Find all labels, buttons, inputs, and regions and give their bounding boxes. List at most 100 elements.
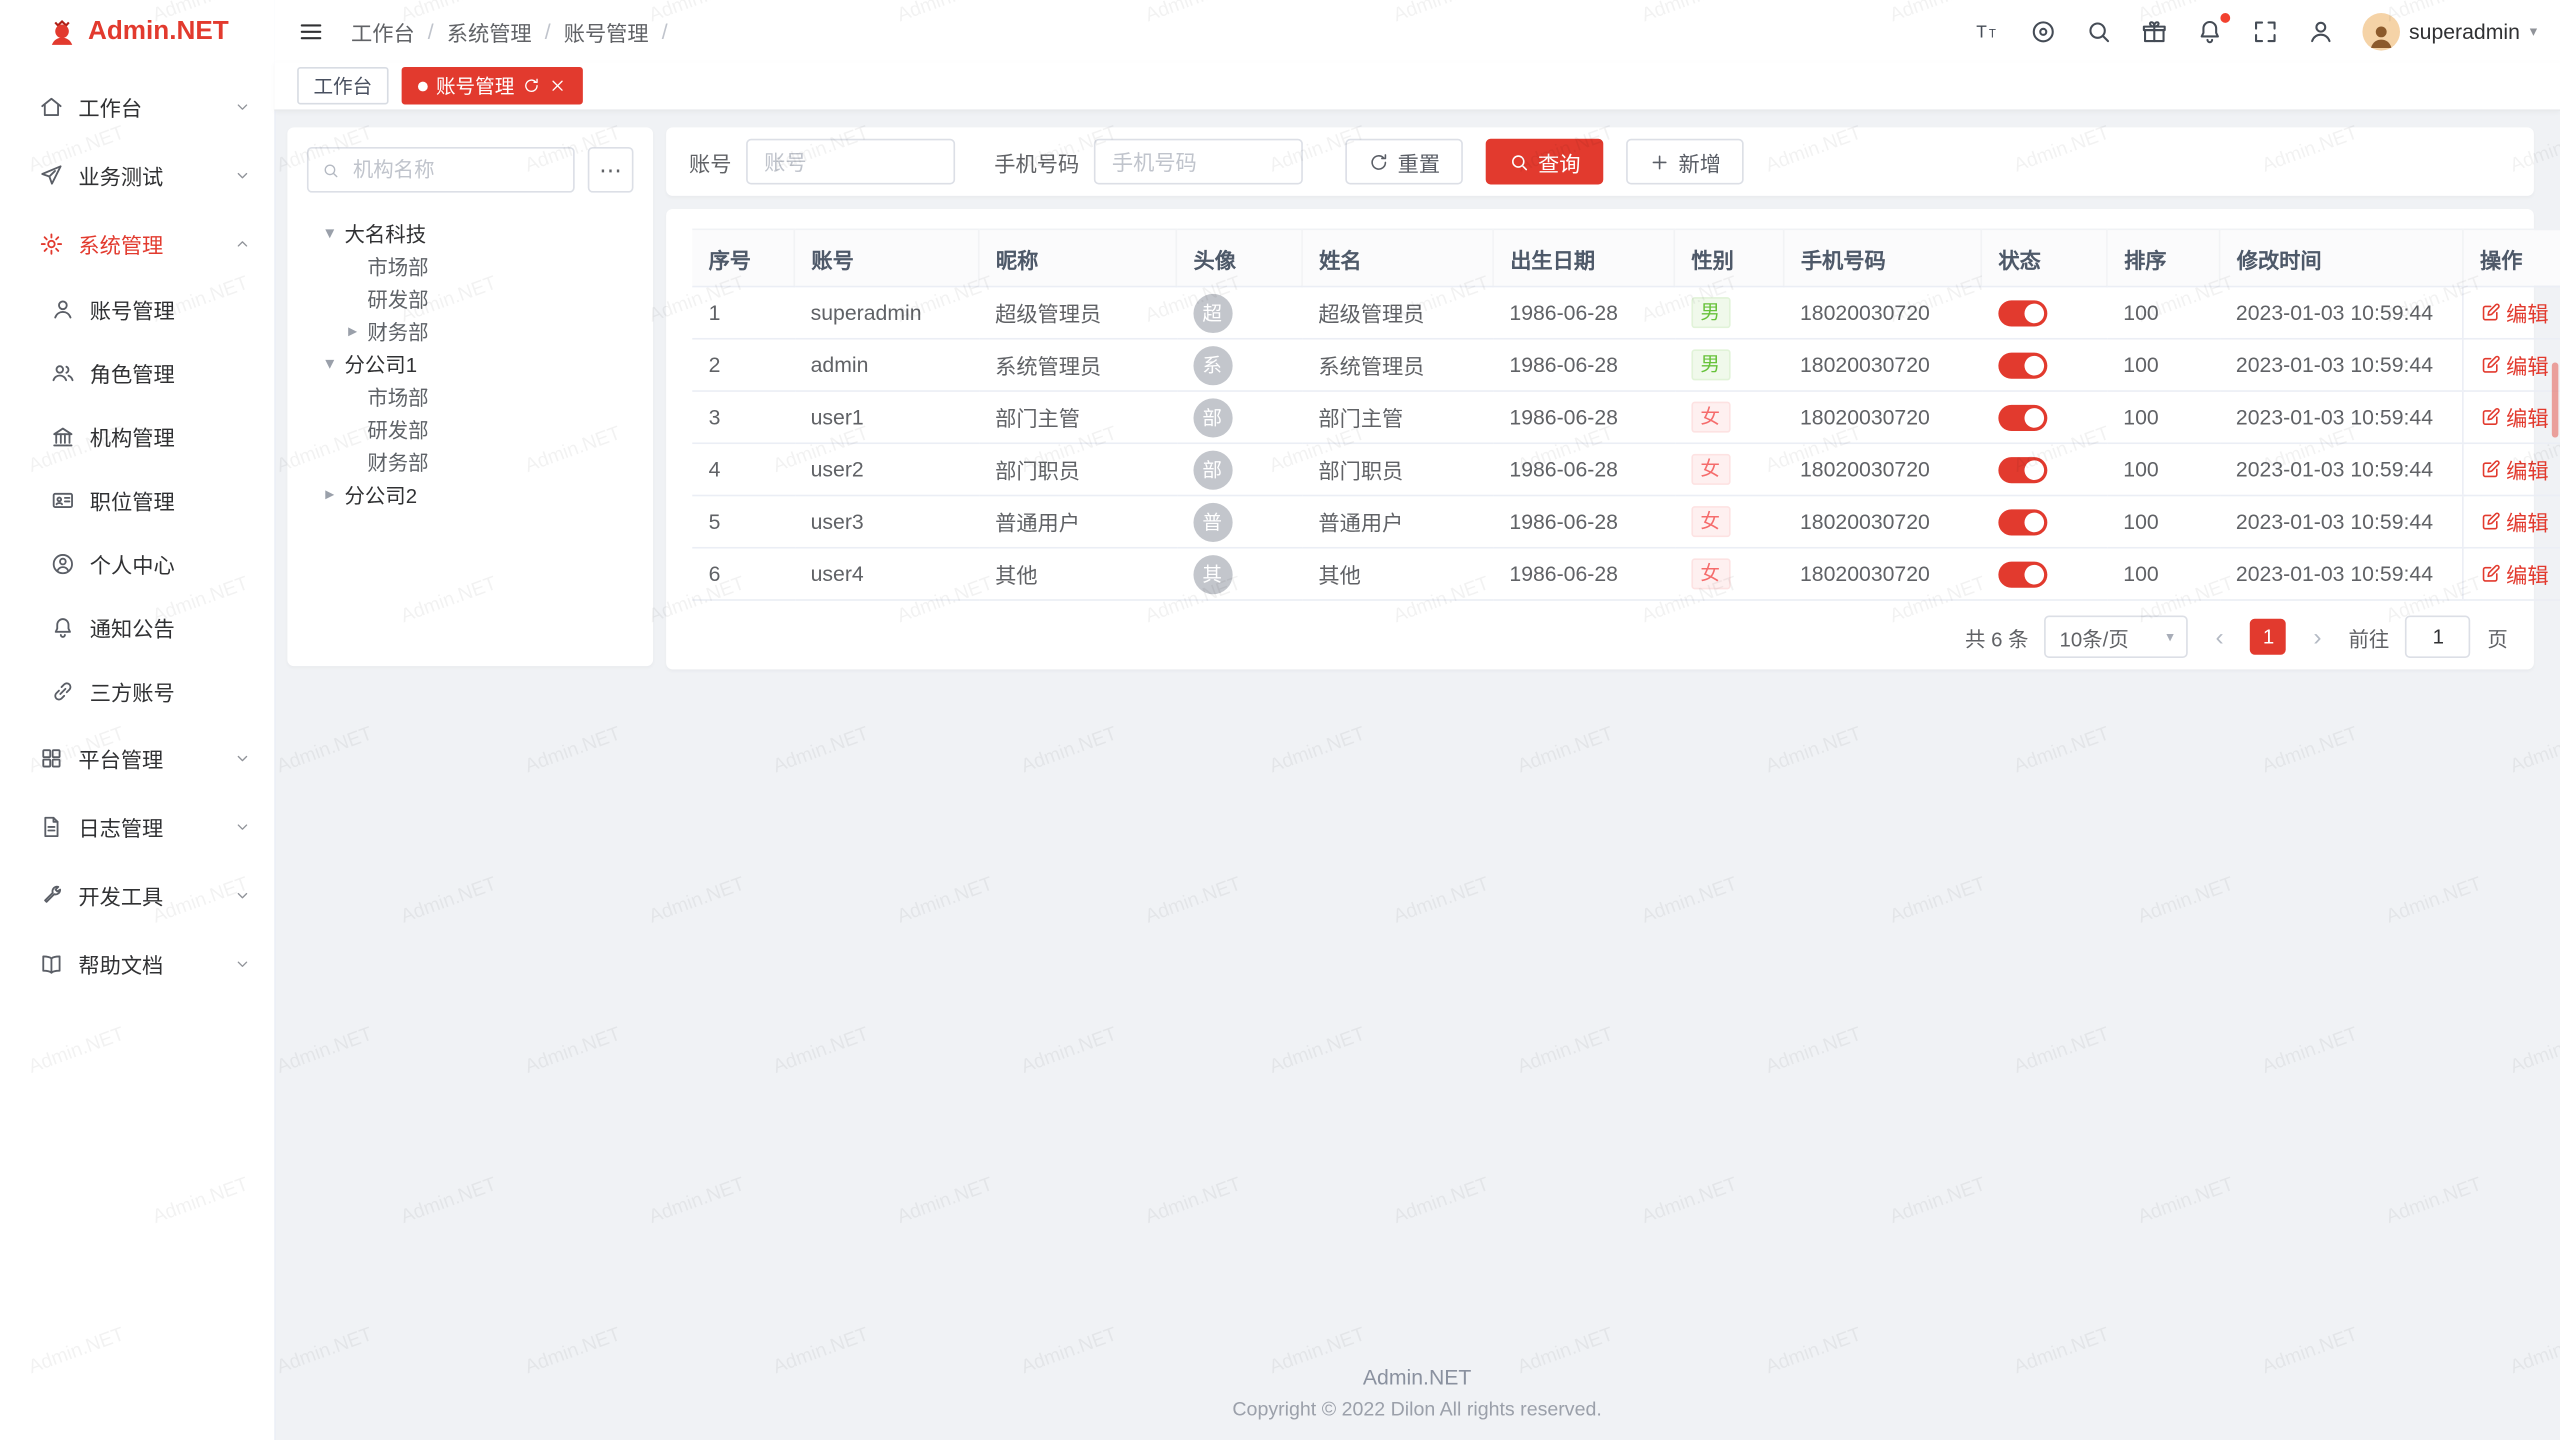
breadcrumb-item[interactable]: 账号管理 [564, 16, 649, 47]
tree-expand-icon[interactable] [320, 482, 340, 503]
sidebar-item-label: 通知公告 [90, 612, 252, 643]
status-toggle[interactable] [1998, 352, 2047, 378]
cell-order: 100 [2107, 443, 2220, 495]
sidebar-item[interactable]: 机构管理 [0, 405, 274, 469]
tree-node[interactable]: 财务部 [307, 444, 634, 477]
sidebar-item[interactable]: 平台管理 [0, 723, 274, 792]
status-toggle[interactable] [1998, 509, 2047, 535]
phone-input[interactable] [1094, 139, 1303, 185]
tree-node[interactable]: 市场部 [307, 379, 634, 412]
tool-icon [39, 882, 63, 906]
tab-refresh-icon[interactable] [523, 77, 541, 95]
sidebar-item[interactable]: 工作台 [0, 72, 274, 141]
chevron-down-icon [233, 954, 251, 972]
tree-node[interactable]: 分公司2 [307, 477, 634, 510]
tree-node[interactable]: 分公司1 [307, 346, 634, 379]
table-header-row: 序号 账号 昵称 头像 姓名 出生日期 性别 [692, 229, 2560, 286]
gender-tag: 女 [1691, 558, 1730, 589]
table-header-cell: 昵称 [979, 229, 1177, 286]
theme-icon [2029, 17, 2057, 45]
prev-page-button[interactable] [2205, 623, 2234, 651]
tree-node[interactable]: 研发部 [307, 281, 634, 314]
status-toggle[interactable] [1998, 457, 2047, 483]
tree-node-label: 大名科技 [344, 216, 426, 247]
edit-button[interactable]: 编辑 [2480, 454, 2549, 485]
org-tree-panel: 大名科技 市场部 研发部 财务部 [287, 127, 653, 666]
cell-birth-date: 1986-06-28 [1493, 391, 1674, 443]
sidebar-item[interactable]: 系统管理 [0, 209, 274, 278]
tree-node[interactable]: 研发部 [307, 411, 634, 444]
status-toggle[interactable] [1998, 405, 2047, 431]
avatar: 部 [1193, 450, 1232, 489]
header: 工作台 / 系统管理 / 账号管理 / TT [274, 0, 2560, 62]
sidebar-item[interactable]: 日志管理 [0, 792, 274, 861]
pagination: 共 6 条 10条/页 1 前往 页 [692, 616, 2508, 658]
accounts-table: 序号 账号 昵称 头像 姓名 出生日期 性别 [692, 229, 2560, 601]
cell-account: user3 [794, 496, 978, 548]
breadcrumb-separator: / [662, 19, 668, 43]
page-tab[interactable]: 账号管理 [402, 67, 583, 105]
edit-button[interactable]: 编辑 [2480, 402, 2549, 433]
breadcrumb-item[interactable]: 系统管理 [447, 16, 532, 47]
scrollbar-thumb[interactable] [2552, 362, 2559, 437]
username: superadmin [2409, 19, 2520, 43]
tree-node[interactable]: 财务部 [307, 313, 634, 346]
search-icon [322, 159, 340, 180]
edit-icon [2480, 407, 2501, 428]
tree-node[interactable]: 大名科技 [307, 216, 634, 249]
cell-birth-date: 1986-06-28 [1493, 339, 1674, 391]
file-icon [39, 814, 63, 838]
cell-index: 6 [692, 548, 794, 600]
sidebar-item[interactable]: 开发工具 [0, 860, 274, 929]
goto-page-input[interactable] [2406, 616, 2471, 658]
gender-tag: 女 [1691, 454, 1730, 485]
tree-expand-icon[interactable] [343, 319, 363, 340]
user-menu[interactable]: superadmin [2362, 12, 2537, 50]
org-search-field[interactable] [307, 147, 575, 193]
avatar: 部 [1193, 398, 1232, 437]
page-number-button[interactable]: 1 [2251, 619, 2287, 655]
cell-birth-date: 1986-06-28 [1493, 287, 1674, 339]
table-row: 2 admin 系统管理员 系 系统管理员 1986-06-28 男 18020… [692, 339, 2560, 391]
tab-close-icon[interactable] [549, 77, 567, 95]
account-label: 账号 [689, 146, 731, 177]
sidebar-item[interactable]: 个人中心 [0, 532, 274, 596]
page-size-select[interactable]: 10条/页 [2045, 616, 2189, 658]
sidebar-item[interactable]: 角色管理 [0, 341, 274, 405]
sidebar-item[interactable]: 账号管理 [0, 278, 274, 342]
sidebar-item[interactable]: 三方账号 [0, 660, 274, 724]
edit-button[interactable]: 编辑 [2480, 558, 2549, 589]
table-header-cell: 姓名 [1302, 229, 1493, 286]
table-header-cell: 出生日期 [1493, 229, 1674, 286]
status-toggle[interactable] [1998, 300, 2047, 326]
sidebar-item[interactable]: 通知公告 [0, 596, 274, 660]
sidebar-item[interactable]: 帮助文档 [0, 929, 274, 998]
search-button[interactable]: 查询 [1486, 139, 1604, 185]
account-input[interactable] [746, 139, 955, 185]
cell-name: 部门职员 [1302, 443, 1493, 495]
tree-node[interactable]: 市场部 [307, 248, 634, 281]
tree-more-button[interactable] [588, 147, 634, 193]
sidebar-item[interactable]: 业务测试 [0, 140, 274, 209]
app-logo[interactable]: Admin.NET [0, 0, 274, 65]
status-toggle[interactable] [1998, 561, 2047, 587]
org-search-input[interactable] [350, 157, 560, 183]
gift-icon [2140, 17, 2168, 45]
tree-node-label: 研发部 [367, 282, 428, 313]
page-tab[interactable]: 工作台 [297, 67, 388, 105]
add-button[interactable]: 新增 [1626, 139, 1744, 185]
edit-button[interactable]: 编辑 [2480, 297, 2549, 328]
breadcrumb-separator: / [428, 19, 434, 43]
cell-index: 4 [692, 443, 794, 495]
tree-expand-icon[interactable] [320, 352, 340, 373]
edit-button[interactable]: 编辑 [2480, 349, 2549, 380]
sidebar-item[interactable]: 职位管理 [0, 469, 274, 533]
accounts-table-panel: 序号 账号 昵称 头像 姓名 出生日期 性别 [666, 209, 2534, 669]
profile-icon [2306, 17, 2334, 45]
tree-expand-icon[interactable] [320, 221, 340, 242]
hamburger-menu-icon[interactable] [297, 17, 325, 45]
next-page-button[interactable] [2303, 623, 2332, 651]
edit-button[interactable]: 编辑 [2480, 506, 2549, 537]
breadcrumb-item[interactable]: 工作台 [351, 16, 415, 47]
reset-button[interactable]: 重置 [1345, 139, 1463, 185]
